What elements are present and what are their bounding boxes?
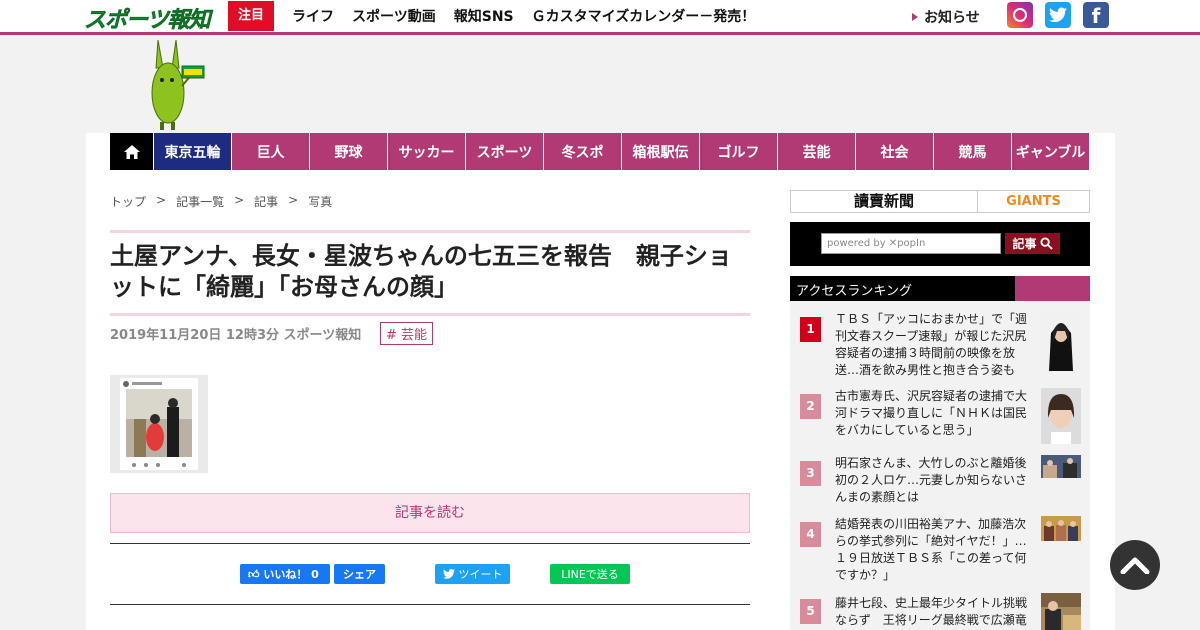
cat-entertainment[interactable]: 芸能 — [777, 133, 855, 170]
ranking-item[interactable]: 2 古市憲寿氏、沢尻容疑者の逮捕で大河ドラマ撮り直しに「ＮＨＫは国民をバカにして… — [790, 388, 1090, 448]
giants-logo[interactable]: GIANTS — [978, 191, 1089, 212]
line-share-button[interactable]: LINEで送る — [550, 564, 630, 584]
rank-thumbnail[interactable] — [1041, 388, 1081, 444]
cat-baseball[interactable]: 野球 — [309, 133, 387, 170]
yomiuri-logo[interactable]: 讀賣新聞 — [791, 191, 978, 212]
home-button[interactable] — [110, 133, 153, 170]
rank-headline[interactable]: 藤井七段、史上最年少タイトル挑戦ならず 王将リーグ最終戦で広瀬竜 — [835, 595, 1030, 629]
cat-soccer[interactable]: サッカー — [387, 133, 465, 170]
article-photo[interactable] — [110, 375, 208, 473]
read-article-button[interactable]: 記事を読む — [110, 493, 750, 533]
facebook-share-button[interactable]: シェア — [334, 564, 385, 584]
ranking-list: 1 ＴＢＳ「アッコにおまかせ」で「週刊文春スクープ速報」が報じた沢尻容疑者の逮捕… — [790, 301, 1090, 630]
ranking-title: アクセスランキング — [796, 284, 912, 299]
rank-headline[interactable]: 古市憲寿氏、沢尻容疑者の逮捕で大河ドラマ撮り直しに「ＮＨＫは国民をバカにしている… — [835, 388, 1030, 439]
rank-thumbnail[interactable] — [1041, 516, 1081, 541]
rank-headline[interactable]: 明石家さんま、大竹しのぶと離婚後初の２人ロケ…元妻しか知らないさんまの素顔とは — [835, 455, 1030, 506]
top-nav-hochi-sns[interactable]: 報知SNS — [454, 6, 514, 26]
rank-number: 4 — [800, 522, 821, 547]
rank-number: 2 — [800, 394, 821, 419]
chevron-up-icon — [1120, 557, 1150, 574]
notice-label: お知らせ — [924, 10, 980, 26]
rank-thumbnail[interactable] — [1041, 593, 1081, 630]
cat-golf[interactable]: ゴルフ — [699, 133, 777, 170]
breadcrumb-separator: > — [288, 193, 299, 207]
ranking-header-accent — [1015, 276, 1090, 301]
category-nav: 東京五輪 巨人 野球 サッカー スポーツ 冬スポ 箱根駅伝 ゴルフ 芸能 社会 … — [110, 133, 1089, 170]
ranking-item[interactable]: 5 藤井七段、史上最年少タイトル挑戦ならず 王将リーグ最終戦で広瀬竜 — [790, 593, 1090, 630]
cat-horse-racing[interactable]: 競馬 — [933, 133, 1011, 170]
ranking-item[interactable]: 4 結婚発表の川田裕美アナ、加藤浩次らの挙式参列に「絶対イヤだ！」…１９日放送Ｔ… — [790, 516, 1090, 586]
thumbs-up-icon: 👍︎ — [248, 567, 264, 581]
top-nav-life[interactable]: ライフ — [292, 6, 334, 26]
attention-label: 注目 — [228, 1, 274, 31]
search-input[interactable]: powered by ✕popIn — [821, 233, 1001, 254]
scroll-to-top-button[interactable] — [1110, 540, 1160, 590]
facebook-like-button[interactable]: 👍︎ いいね！ 0 — [240, 564, 330, 584]
ranking-item[interactable]: 1 ＴＢＳ「アッコにおまかせ」で「週刊文春スクープ速報」が報じた沢尻容疑者の逮捕… — [790, 311, 1090, 381]
twitter-bird-icon — [442, 569, 455, 579]
triangle-icon — [912, 13, 918, 21]
cat-tokyo-olympics[interactable]: 東京五輪 — [153, 133, 231, 170]
cat-sports[interactable]: スポーツ — [465, 133, 543, 170]
cat-hakone-ekiden[interactable]: 箱根駅伝 — [621, 133, 699, 170]
rank-thumbnail[interactable] — [1041, 311, 1081, 371]
rank-number: 5 — [800, 599, 821, 624]
instagram-icon[interactable] — [1007, 2, 1033, 28]
cat-gamble[interactable]: ギャンブル — [1011, 133, 1089, 170]
top-nav-sports-video[interactable]: スポーツ動画 — [352, 6, 436, 26]
category-tag[interactable]: # 芸能 — [380, 322, 434, 345]
rank-number: 3 — [800, 461, 821, 486]
rank-number: 1 — [800, 317, 821, 342]
divider — [110, 604, 750, 605]
top-bar: スポーツ報知 注目 ライフ スポーツ動画 報知SNS Ｇカスタマイズカレンダー－… — [0, 0, 1200, 35]
breadcrumb-article[interactable]: 記事 — [254, 193, 278, 210]
article-meta: 2019年11月20日 12時3分 スポーツ報知 — [110, 328, 362, 343]
breadcrumb: トップ > 記事一覧 > 記事 > 写真 — [110, 193, 332, 210]
tweet-button[interactable]: ツイート — [435, 564, 510, 584]
notice-link[interactable]: お知らせ — [912, 7, 980, 27]
rank-thumbnail[interactable] — [1041, 455, 1081, 478]
like-label: いいね！ 0 — [263, 568, 319, 581]
tweet-label: ツイート — [458, 568, 503, 581]
twitter-icon[interactable] — [1045, 2, 1071, 28]
cat-society[interactable]: 社会 — [855, 133, 933, 170]
cat-winter-sports[interactable]: 冬スポ — [543, 133, 621, 170]
yomiuri-giants-banner[interactable]: 讀賣新聞 GIANTS — [790, 190, 1090, 213]
search-button-label: 記事 — [1012, 237, 1037, 251]
cat-giants[interactable]: 巨人 — [231, 133, 309, 170]
top-nav-calendar[interactable]: Ｇカスタマイズカレンダー－発売！ — [532, 6, 756, 26]
search-button[interactable]: 記事 — [1005, 233, 1060, 254]
divider — [110, 543, 750, 544]
top-nav: ライフ スポーツ動画 報知SNS Ｇカスタマイズカレンダー－発売！ — [292, 6, 755, 26]
mascot-character-icon — [151, 39, 205, 130]
home-icon — [123, 144, 140, 159]
rank-headline[interactable]: ＴＢＳ「アッコにおまかせ」で「週刊文春スクープ速報」が報じた沢尻容疑者の逮捕３時… — [835, 311, 1030, 379]
article-title: 土屋アンナ、長女・星波ちゃんの七五三を報告 親子ショットに「綺麗」「お母さんの顔… — [110, 230, 750, 316]
breadcrumb-articles[interactable]: 記事一覧 — [176, 193, 224, 210]
breadcrumb-separator: > — [234, 193, 245, 207]
site-logo[interactable]: スポーツ報知 — [84, 2, 211, 34]
breadcrumb-top[interactable]: トップ — [110, 193, 146, 210]
breadcrumb-photo: 写真 — [308, 195, 333, 209]
search-box: powered by ✕popIn 記事 — [790, 222, 1090, 266]
ranking-header: アクセスランキング — [790, 276, 1090, 301]
rank-headline[interactable]: 結婚発表の川田裕美アナ、加藤浩次らの挙式参列に「絶対イヤだ！」…１９日放送ＴＢＳ… — [835, 516, 1030, 584]
breadcrumb-separator: > — [156, 193, 167, 207]
search-icon — [1039, 237, 1053, 250]
facebook-icon[interactable]: f — [1083, 2, 1109, 28]
ranking-item[interactable]: 3 明石家さんま、大竹しのぶと離婚後初の２人ロケ…元妻しか知らないさんまの素顔と… — [790, 455, 1090, 515]
